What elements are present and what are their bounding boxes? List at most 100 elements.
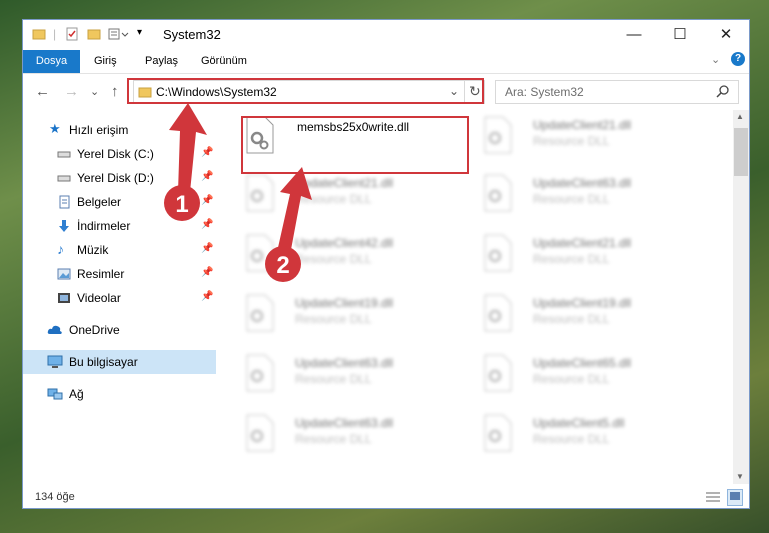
title-bar: | ▾ System32 — ☐ ✕ bbox=[23, 20, 749, 50]
file-type: Resource DLL bbox=[295, 312, 372, 326]
item-count: 134 öğe bbox=[35, 491, 75, 503]
minimize-button[interactable]: — bbox=[611, 20, 657, 50]
sidebar-item-label: İndirmeler bbox=[77, 219, 131, 233]
ribbon-tabs: Dosya Giriş Paylaş Görünüm ⌄ ? bbox=[23, 50, 749, 74]
videos-icon bbox=[57, 291, 71, 305]
close-button[interactable]: ✕ bbox=[703, 20, 749, 50]
file-item[interactable]: UpdateClient65.dll Resource DLL bbox=[473, 348, 703, 404]
pictures-icon bbox=[57, 267, 71, 281]
file-name: UpdateClient5.dll bbox=[533, 416, 625, 430]
search-input[interactable]: Ara: System32 bbox=[505, 85, 584, 99]
star-icon: ★ bbox=[49, 121, 61, 136]
file-type: Resource DLL bbox=[533, 134, 610, 148]
drive-icon bbox=[57, 147, 71, 161]
up-button[interactable]: ↑ bbox=[111, 83, 119, 100]
status-bar: 134 öğe bbox=[23, 486, 749, 508]
pin-icon[interactable]: 📌 bbox=[201, 291, 213, 302]
file-name: UpdateClient21.dll bbox=[295, 176, 394, 190]
dll-file-icon bbox=[245, 174, 275, 212]
tab-gorunum[interactable]: Görünüm bbox=[191, 50, 257, 73]
dll-file-icon bbox=[483, 116, 513, 154]
file-type: Resource DLL bbox=[533, 372, 610, 386]
file-type: Resource DLL bbox=[295, 252, 372, 266]
sidebar-item-videos[interactable]: Videolar 📌 bbox=[23, 286, 216, 310]
new-folder-icon[interactable] bbox=[87, 27, 101, 44]
pin-icon[interactable]: 📌 bbox=[201, 147, 213, 158]
file-item[interactable]: UpdateClient63.dll Resource DLL bbox=[235, 348, 465, 404]
file-item[interactable]: UpdateClient21.dll Resource DLL bbox=[473, 228, 703, 284]
help-icon[interactable]: ? bbox=[731, 52, 745, 66]
properties-icon[interactable] bbox=[65, 27, 79, 44]
file-item[interactable]: UpdateClient63.dll Resource DLL bbox=[473, 168, 703, 224]
sidebar-item-label: OneDrive bbox=[69, 323, 120, 337]
cloud-icon bbox=[47, 323, 62, 337]
file-name: UpdateClient19.dll bbox=[295, 296, 394, 310]
download-icon bbox=[57, 219, 71, 233]
sidebar-item-documents[interactable]: Belgeler 📌 bbox=[23, 190, 216, 214]
sidebar-item-onedrive[interactable]: OneDrive bbox=[23, 318, 216, 342]
network-icon bbox=[47, 387, 63, 401]
customize-icon[interactable] bbox=[108, 27, 130, 44]
documents-icon bbox=[57, 195, 71, 209]
file-highlight bbox=[241, 116, 469, 174]
file-name: UpdateClient63.dll bbox=[533, 176, 632, 190]
tab-dosya[interactable]: Dosya bbox=[23, 50, 80, 73]
dll-file-icon bbox=[483, 354, 513, 392]
dll-file-icon bbox=[245, 234, 275, 272]
quick-access-dropdown[interactable]: ▾ bbox=[137, 27, 142, 38]
sidebar-item-label: Yerel Disk (D:) bbox=[77, 171, 154, 185]
file-item[interactable]: UpdateClient19.dll Resource DLL bbox=[235, 288, 465, 344]
file-name: UpdateClient63.dll bbox=[295, 356, 394, 370]
ribbon-expand-icon[interactable]: ⌄ bbox=[711, 53, 720, 66]
tiles-view-icon[interactable] bbox=[727, 489, 743, 506]
sidebar-item-network[interactable]: Ağ bbox=[23, 382, 216, 406]
file-item[interactable]: UpdateClient21.dll Resource DLL bbox=[235, 168, 465, 224]
file-item[interactable]: UpdateClient63.dll Resource DLL bbox=[235, 408, 465, 464]
scroll-down-icon[interactable]: ▼ bbox=[736, 472, 744, 481]
sidebar-item-downloads[interactable]: İndirmeler 📌 bbox=[23, 214, 216, 238]
file-item[interactable]: UpdateClient21.dll Resource DLL bbox=[473, 110, 703, 166]
pin-icon[interactable]: 📌 bbox=[201, 195, 213, 206]
dll-file-icon bbox=[245, 354, 275, 392]
file-item[interactable]: UpdateClient19.dll Resource DLL bbox=[473, 288, 703, 344]
pin-icon[interactable]: 📌 bbox=[201, 171, 213, 182]
window-title: System32 bbox=[163, 27, 221, 42]
tab-paylas[interactable]: Paylaş bbox=[135, 50, 188, 73]
vertical-scrollbar[interactable]: ▲ ▼ bbox=[733, 110, 749, 484]
sidebar-item-this-pc[interactable]: Bu bilgisayar bbox=[23, 350, 216, 374]
dll-file-icon bbox=[245, 294, 275, 332]
separator: | bbox=[53, 27, 57, 41]
details-view-icon[interactable] bbox=[705, 490, 721, 507]
tab-giris[interactable]: Giriş bbox=[84, 50, 127, 73]
file-name: UpdateClient63.dll bbox=[295, 416, 394, 430]
scroll-up-icon[interactable]: ▲ bbox=[736, 112, 744, 121]
forward-button[interactable]: → bbox=[64, 83, 79, 100]
recent-locations-button[interactable]: ⌄ bbox=[90, 85, 99, 98]
search-icon[interactable] bbox=[716, 84, 730, 101]
maximize-button[interactable]: ☐ bbox=[657, 20, 703, 50]
sidebar-item-local-disk-c[interactable]: Yerel Disk (C:) 📌 bbox=[23, 142, 216, 166]
sidebar-item-pictures[interactable]: Resimler 📌 bbox=[23, 262, 216, 286]
pin-icon[interactable]: 📌 bbox=[201, 219, 213, 230]
file-item[interactable]: UpdateClient5.dll Resource DLL bbox=[473, 408, 703, 464]
scrollbar-thumb[interactable] bbox=[734, 128, 748, 176]
folder-icon[interactable] bbox=[32, 27, 46, 44]
pin-icon[interactable]: 📌 bbox=[201, 243, 213, 254]
file-item[interactable]: UpdateClient42.dll Resource DLL bbox=[235, 228, 465, 284]
sidebar-item-label: Bu bilgisayar bbox=[69, 355, 138, 369]
sidebar-item-music[interactable]: ♪ Müzik 📌 bbox=[23, 238, 216, 262]
back-button[interactable]: ← bbox=[35, 83, 50, 100]
sidebar-item-label: Videolar bbox=[77, 291, 121, 305]
file-name: UpdateClient42.dll bbox=[295, 236, 394, 250]
search-box[interactable]: Ara: System32 bbox=[495, 80, 739, 104]
sidebar-item-quick-access[interactable]: ★ Hızlı erişim bbox=[23, 118, 216, 142]
file-name: UpdateClient21.dll bbox=[533, 236, 632, 250]
sidebar-item-local-disk-d[interactable]: Yerel Disk (D:) 📌 bbox=[23, 166, 216, 190]
sidebar-item-label: Hızlı erişim bbox=[69, 123, 129, 137]
pin-icon[interactable]: 📌 bbox=[201, 267, 213, 278]
sidebar-item-label: Resimler bbox=[77, 267, 125, 281]
address-bar-highlight bbox=[127, 78, 484, 104]
navigation-pane: ★ Hızlı erişim Yerel Disk (C:) 📌 Yerel D… bbox=[23, 110, 216, 484]
file-type: Resource DLL bbox=[533, 252, 610, 266]
dll-file-icon bbox=[483, 234, 513, 272]
